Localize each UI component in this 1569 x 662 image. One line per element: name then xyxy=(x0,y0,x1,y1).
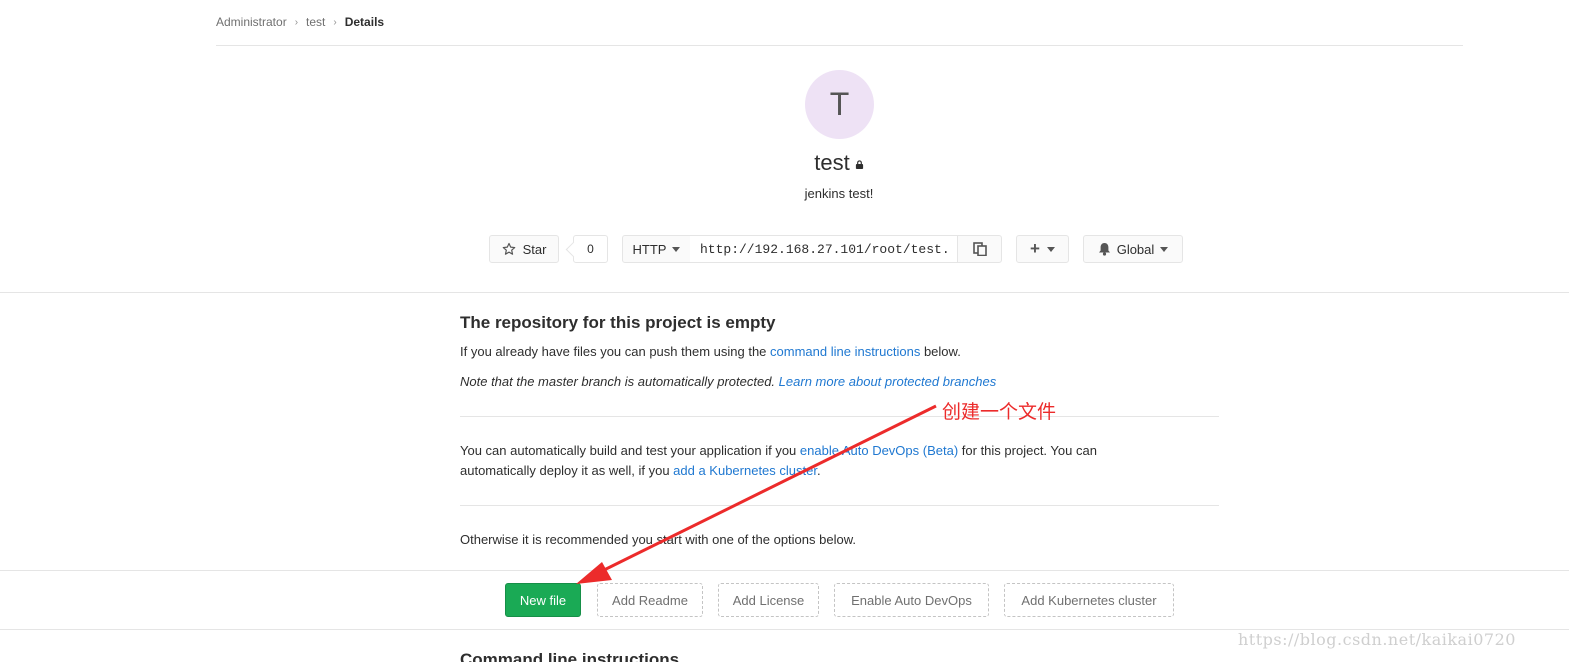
annotation-arrow xyxy=(576,404,937,584)
watermark: https://blog.csdn.net/kaikai0720 xyxy=(1238,630,1516,649)
annotation-label: 创建一个文件 xyxy=(942,401,1057,423)
